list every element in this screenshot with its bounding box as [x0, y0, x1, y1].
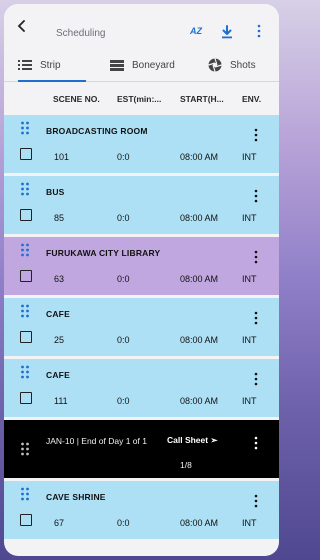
day-break-label: JAN-10 | End of Day 1 of 1	[46, 436, 147, 446]
column-header-est[interactable]: EST(min:...	[117, 94, 161, 104]
drag-handle-icon[interactable]	[20, 304, 30, 318]
strip-start: 08:00 AM	[180, 274, 219, 284]
strip-start: 08:00 AM	[180, 152, 219, 162]
list-icon	[18, 60, 32, 70]
back-arrow-icon[interactable]	[16, 20, 28, 32]
more-vert-icon[interactable]	[253, 372, 259, 386]
more-vert-icon[interactable]	[253, 189, 259, 203]
drag-handle-icon[interactable]	[20, 365, 30, 379]
strip-name: CAVE SHRINE	[46, 492, 106, 502]
more-vert-icon[interactable]	[253, 250, 259, 264]
strip-checkbox[interactable]	[20, 392, 32, 404]
strip-env: INT	[242, 152, 257, 162]
strip-start: 08:00 AM	[180, 396, 219, 406]
strip-name: BUS	[46, 187, 65, 197]
phone-screen: Scheduling AZ Strip Boneyard Shots SCENE…	[4, 4, 279, 556]
more-vert-icon[interactable]	[253, 494, 259, 508]
tab-shots-label: Shots	[230, 59, 256, 71]
strip-est: 0:0	[117, 518, 130, 528]
strip-est: 0:0	[117, 213, 130, 223]
strip-row[interactable]: CAFE 25 0:0 08:00 AM INT	[4, 298, 279, 356]
strip-env: INT	[242, 213, 257, 223]
strip-start: 08:00 AM	[180, 335, 219, 345]
strip-row[interactable]: FURUKAWA CITY LIBRARY 63 0:0 08:00 AM IN…	[4, 237, 279, 295]
drag-handle-icon[interactable]	[20, 121, 30, 135]
tab-strip[interactable]: Strip	[18, 48, 88, 82]
column-header-env[interactable]: ENV.	[242, 94, 261, 104]
column-header-row: SCENE NO. EST(min:... START(H... ENV.	[4, 83, 279, 115]
strip-est: 0:0	[117, 152, 130, 162]
more-vert-icon[interactable]	[253, 311, 259, 325]
page-title: Scheduling	[56, 28, 106, 39]
strip-env: INT	[242, 396, 257, 406]
strip-checkbox[interactable]	[20, 514, 32, 526]
more-vert-icon[interactable]	[253, 436, 259, 450]
strip-est: 0:0	[117, 396, 130, 406]
strip-row[interactable]: BROADCASTING ROOM 101 0:0 08:00 AM INT	[4, 115, 279, 173]
strip-checkbox[interactable]	[20, 209, 32, 221]
tab-boneyard[interactable]: Boneyard	[110, 48, 190, 82]
strip-scene-number: 85	[54, 213, 65, 223]
strip-env: INT	[242, 518, 257, 528]
tab-strip-label: Strip	[40, 59, 61, 71]
strip-checkbox[interactable]	[20, 270, 32, 282]
strip-row[interactable]: BUS 85 0:0 08:00 AM INT	[4, 176, 279, 234]
strip-env: INT	[242, 274, 257, 284]
strip-row[interactable]: CAFE 111 0:0 08:00 AM INT	[4, 359, 279, 417]
more-vert-icon[interactable]	[253, 128, 259, 142]
strip-start: 08:00 AM	[180, 213, 219, 223]
tab-shots[interactable]: Shots	[208, 48, 268, 82]
column-header-start[interactable]: START(H...	[180, 94, 224, 104]
strip-name: BROADCASTING ROOM	[46, 126, 148, 136]
day-page-count: 1/8	[180, 460, 192, 470]
day-break-row[interactable]: JAN-10 | End of Day 1 of 1 Call Sheet ➣ …	[4, 420, 279, 478]
strip-env: INT	[242, 335, 257, 345]
more-vert-icon[interactable]	[256, 24, 262, 38]
sort-az-icon[interactable]: AZ	[190, 26, 202, 36]
stack-icon	[110, 59, 124, 71]
drag-handle-icon[interactable]	[20, 487, 30, 501]
active-tab-indicator	[18, 80, 86, 82]
strip-name: CAFE	[46, 309, 70, 319]
tab-bar: Strip Boneyard Shots	[4, 48, 279, 82]
strip-est: 0:0	[117, 335, 130, 345]
call-sheet-link[interactable]: Call Sheet ➣	[167, 435, 218, 446]
strip-scene-number: 25	[54, 335, 65, 345]
strip-checkbox[interactable]	[20, 148, 32, 160]
drag-handle-icon[interactable]	[20, 182, 30, 196]
top-app-bar: Scheduling AZ	[4, 4, 279, 48]
strip-scene-number: 67	[54, 518, 65, 528]
strip-row[interactable]: CAVE SHRINE 67 0:0 08:00 AM INT	[4, 481, 279, 539]
shutter-icon	[208, 58, 222, 72]
strip-scene-number: 101	[54, 152, 70, 162]
strip-scene-number: 63	[54, 274, 65, 284]
strip-scene-number: 111	[54, 396, 68, 406]
strip-est: 0:0	[117, 274, 130, 284]
column-header-scene[interactable]: SCENE NO.	[53, 94, 100, 104]
strip-checkbox[interactable]	[20, 331, 32, 343]
drag-handle-icon[interactable]	[20, 442, 30, 456]
drag-handle-icon[interactable]	[20, 243, 30, 257]
strip-name: CAFE	[46, 370, 70, 380]
tab-boneyard-label: Boneyard	[132, 59, 175, 71]
strip-start: 08:00 AM	[180, 518, 219, 528]
strip-name: FURUKAWA CITY LIBRARY	[46, 248, 161, 258]
download-icon[interactable]	[220, 25, 234, 39]
